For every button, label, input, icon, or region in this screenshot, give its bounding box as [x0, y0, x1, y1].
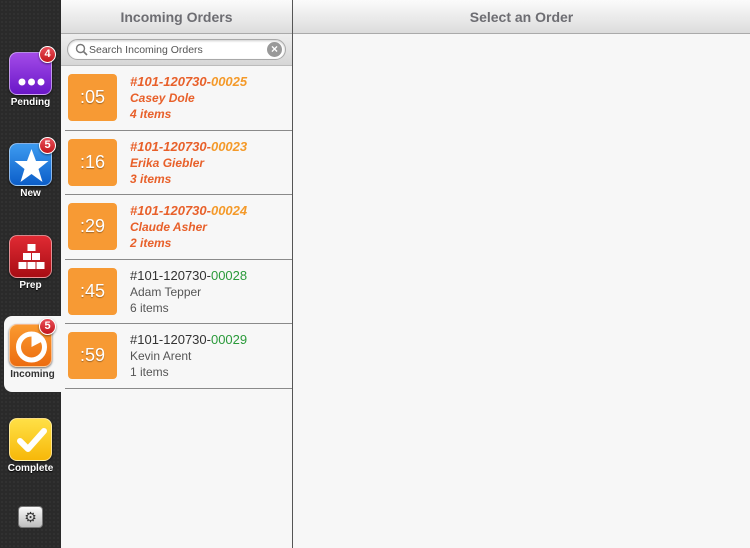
- order-row[interactable]: :45 #101-120730-00028 Adam Tepper 6 item…: [65, 260, 292, 324]
- detail-pane: Select an Order: [293, 0, 750, 548]
- item-count: 6 items: [130, 300, 169, 315]
- orders-title: Incoming Orders: [61, 0, 292, 34]
- order-timer: :05: [68, 74, 117, 121]
- order-id: #101-120730-00023: [130, 138, 248, 154]
- item-count: 4 items: [130, 107, 172, 121]
- customer-name: Adam Tepper: [130, 284, 202, 299]
- blocks-icon: [9, 235, 52, 278]
- badge-pending: 4: [39, 46, 56, 63]
- order-row[interactable]: :05 #101-120730-00025 Casey Dole 4 items: [65, 66, 292, 131]
- sidebar: 4 Pending 5 New Prep 5 Incoming Complete…: [0, 0, 61, 548]
- order-row[interactable]: :29 #101-120730-00024 Claude Asher 2 ite…: [65, 195, 292, 260]
- settings-button[interactable]: ⚙: [18, 506, 43, 528]
- checkmark-icon: [9, 418, 52, 461]
- order-timer: :45: [68, 267, 117, 315]
- order-id: #101-120730-00028: [130, 267, 248, 283]
- tab-label: Pending: [10, 97, 51, 108]
- tab-label: Prep: [19, 280, 42, 291]
- tab-pending[interactable]: 4 Pending: [0, 44, 61, 120]
- order-id: #101-120730-00029: [130, 332, 248, 347]
- tab-new[interactable]: 5 New: [0, 135, 61, 211]
- customer-name: Kevin Arent: [130, 349, 192, 363]
- app: 4 Pending 5 New Prep 5 Incoming Complete…: [0, 0, 750, 548]
- order-timer: :29: [68, 203, 117, 250]
- tab-label: Complete: [7, 463, 54, 474]
- orders-pane: Incoming Orders × :05 #101-120730-00025 …: [61, 0, 293, 548]
- tab-incoming[interactable]: 5 Incoming: [4, 316, 61, 392]
- tab-label: New: [20, 188, 41, 199]
- customer-name: Claude Asher: [130, 220, 207, 234]
- order-row[interactable]: :16 #101-120730-00023 Erika Giebler 3 it…: [65, 131, 292, 195]
- search-icon: [75, 43, 88, 56]
- badge-new: 5: [39, 137, 56, 154]
- clear-search-icon[interactable]: ×: [267, 42, 282, 57]
- customer-name: Casey Dole: [130, 91, 195, 105]
- search-input[interactable]: [89, 40, 265, 59]
- order-timer: :59: [68, 332, 117, 379]
- detail-title: Select an Order: [293, 0, 750, 34]
- item-count: 2 items: [130, 236, 172, 250]
- order-list: :05 #101-120730-00025 Casey Dole 4 items…: [61, 66, 292, 389]
- gear-icon: ⚙: [24, 509, 37, 525]
- tab-label: Incoming: [10, 369, 55, 380]
- order-row[interactable]: :59 #101-120730-00029 Kevin Arent 1 item…: [65, 324, 292, 389]
- badge-incoming: 5: [39, 318, 56, 335]
- order-id: #101-120730-00024: [130, 203, 248, 218]
- search-bar: ×: [61, 34, 292, 66]
- customer-name: Erika Giebler: [130, 155, 205, 170]
- item-count: 1 items: [130, 365, 169, 379]
- order-id: #101-120730-00025: [130, 74, 248, 89]
- search-field: ×: [67, 39, 286, 60]
- item-count: 3 items: [130, 171, 172, 186]
- tab-prep[interactable]: Prep: [0, 227, 61, 303]
- order-timer: :16: [68, 138, 117, 186]
- tab-complete[interactable]: Complete: [0, 410, 61, 486]
